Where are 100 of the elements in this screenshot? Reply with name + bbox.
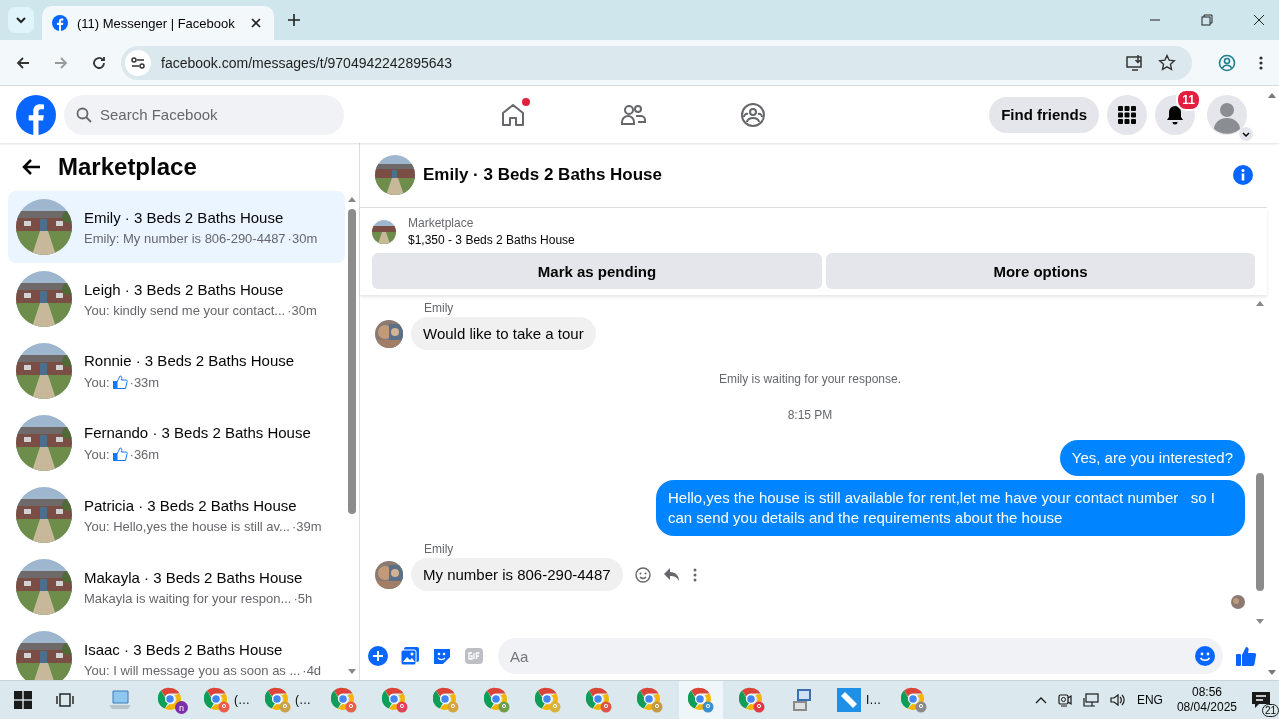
address-field[interactable]: facebook.com/messages/t/9704942242895643 [121,45,1192,80]
read-receipt-icon [1231,595,1245,609]
message-time: ·39m [291,518,322,534]
chevron-up-icon[interactable] [1034,696,1047,704]
app-label: (… [295,693,311,707]
browser-icon [586,687,612,713]
action-button[interactable]: More options [826,253,1255,289]
thumbs-up-icon[interactable] [1235,645,1257,667]
restore-icon[interactable] [1201,14,1213,26]
taskbar-app[interactable]: (… [200,681,254,719]
caret-icon [1239,126,1253,141]
browser-icon [739,687,765,713]
bell-icon [1165,104,1185,125]
tab-title: (11) Messenger | Facebook [77,15,236,31]
clock-time[interactable]: 08:56 [1191,685,1222,700]
app-label: (… [234,693,250,707]
network-icon[interactable] [1082,692,1099,708]
tab-list-button[interactable] [8,7,34,33]
task-view-icon[interactable] [56,691,74,709]
star-icon[interactable] [1158,53,1176,72]
browser-icon [433,687,459,713]
volume-icon[interactable] [1108,692,1127,708]
scrollbar-thumb[interactable] [1256,473,1264,591]
camera-icon[interactable] [1056,692,1073,708]
add-icon[interactable] [368,646,388,666]
sticker-icon[interactable] [432,646,452,666]
message-preview: You: Hello,yes the house is still av... [84,518,290,534]
start-icon[interactable] [14,691,32,709]
close-icon[interactable] [250,17,262,29]
conversation-title: Makayla · 3 Beds 2 Baths House [84,568,304,586]
message-preview: You: [84,446,110,462]
back-icon[interactable] [15,54,31,71]
new-tab-icon[interactable] [287,13,301,27]
more-icon[interactable] [692,567,697,582]
listing-title[interactable]: $1,350 - 3 Beds 2 Baths House [408,233,575,247]
taskbar-app[interactable]: (… [261,681,315,719]
browser-icon [331,687,357,713]
message-bubble: Yes, are you interested? [1059,440,1245,476]
browser-icon [901,687,928,713]
notification-count: 21 [1261,704,1279,717]
scrollbar-thumb[interactable] [348,209,356,514]
install-icon[interactable] [1126,53,1144,72]
conversation-item[interactable]: Makayla · 3 Beds 2 Baths House Makayla is waiting for your respon...·5h [8,551,345,623]
message-time: ·33m [129,374,160,390]
search-field[interactable]: Search Facebook [64,94,344,135]
back-icon[interactable] [22,157,42,177]
clock-date[interactable]: 08/04/2025 [1176,700,1237,715]
message-time: ·5h [293,590,313,606]
browser-icon [265,687,291,713]
conversation-title: Leigh · 3 Beds 2 Baths House [84,280,285,298]
groups-icon[interactable] [740,101,766,128]
scroll-up-icon[interactable] [347,195,357,203]
scroll-down-icon[interactable] [1267,669,1277,677]
forward-icon[interactable] [53,54,69,71]
timestamp: 8:15 PM [787,408,833,422]
conversation-title: Patricia · 3 Beds 2 Baths House [84,496,298,514]
conversation-item[interactable]: Emily · 3 Beds 2 Baths House Emily: My number is 806-290-4487·30m [8,191,345,263]
emoji-icon[interactable] [634,566,651,583]
action-button[interactable]: Mark as pending [372,253,822,289]
message-time: ·30m [287,230,318,246]
browser-icon [204,687,230,713]
site-settings-icon[interactable] [125,49,151,76]
grid-icon [1117,104,1137,125]
close-icon[interactable] [1253,14,1265,26]
menu-button[interactable] [1107,94,1147,135]
find-friends-button[interactable]: Find friends [989,96,1099,133]
taskbar-app[interactable]: n [149,681,193,719]
caret-icon [15,14,27,26]
message-time: ·4d [302,662,322,678]
usb-drive-icon [836,687,862,713]
info-icon[interactable] [1233,165,1253,185]
browser-tab[interactable]: (11) Messenger | Facebook [42,6,274,40]
taskbar-app[interactable] [679,681,723,719]
scroll-down-icon[interactable] [1255,618,1265,626]
menu-icon[interactable] [1258,54,1264,71]
conversation-item[interactable]: Ronnie · 3 Beds 2 Baths House You: ·33m [8,335,345,407]
language-indicator[interactable]: ENG [1136,693,1163,707]
conversation-item[interactable]: Leigh · 3 Beds 2 Baths House You: kindly send me your contact...·30m [8,263,345,335]
message-field[interactable]: Aa [498,638,1223,674]
reload-icon[interactable] [91,54,107,71]
account-button[interactable] [1207,94,1253,141]
scroll-up-icon[interactable] [1267,91,1277,99]
scroll-up-icon[interactable] [1255,299,1265,307]
sidebar-title: Marketplace [58,153,197,181]
profile-icon[interactable] [1218,53,1236,72]
message-bubble: Would like to take a tour [411,317,596,350]
conversation-title: Emily · 3 Beds 2 Baths House [84,208,285,226]
home-icon[interactable] [500,101,526,128]
emoji-icon[interactable] [1195,646,1215,666]
browser-icon [158,687,184,713]
reply-icon[interactable] [662,566,681,583]
browser-icon [382,687,408,713]
taskbar-app[interactable]: I… [832,681,886,719]
conversation-item[interactable]: Patricia · 3 Beds 2 Baths House You: Hello,yes the house is still av...·39m [8,479,345,551]
facebook-logo[interactable] [16,94,56,135]
conversation-item[interactable]: Fernando · 3 Beds 2 Baths House You: ·36m [8,407,345,479]
image-icon[interactable] [400,646,420,666]
scroll-down-icon[interactable] [347,668,357,676]
notification-count: 11 [1176,88,1201,111]
message-time: ·30m [287,302,317,318]
